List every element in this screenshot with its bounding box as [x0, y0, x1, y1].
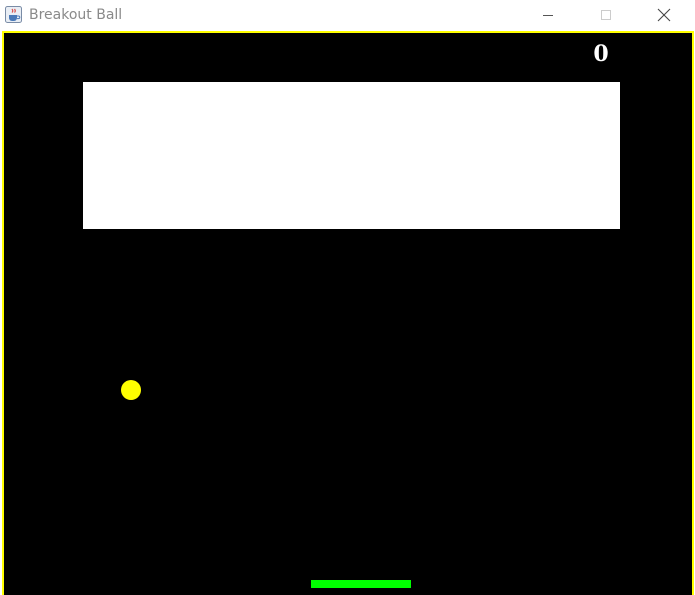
minimize-button[interactable]: [525, 0, 571, 30]
java-cup-icon[interactable]: [5, 6, 22, 23]
close-icon: [657, 8, 671, 22]
close-button[interactable]: [641, 0, 687, 30]
title-bar[interactable]: Breakout Ball: [0, 0, 695, 30]
brick-map: [83, 82, 620, 229]
window-title: Breakout Ball: [29, 7, 123, 23]
game-canvas[interactable]: 0: [2, 31, 694, 595]
maximize-button[interactable]: [583, 0, 629, 30]
maximize-icon: [601, 10, 611, 20]
minimize-icon: [543, 15, 553, 16]
paddle[interactable]: [311, 580, 411, 588]
ball: [121, 380, 141, 400]
score-display: 0: [593, 41, 609, 67]
